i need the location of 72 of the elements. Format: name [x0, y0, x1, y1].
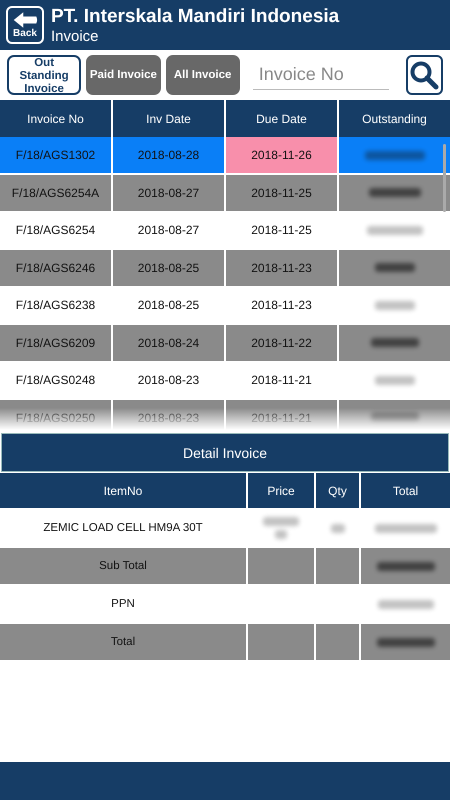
- table-cell: Total: [110, 636, 136, 648]
- redacted-value: [378, 600, 434, 608]
- table-cell: F/18/AGS6246: [16, 260, 96, 274]
- table-cell: 2018-08-27: [138, 223, 200, 237]
- table-cell: 2018-11-23: [251, 298, 312, 312]
- page-subtitle: Invoice: [51, 28, 100, 46]
- invoice-row[interactable]: F/18/AGS6246 2018-08-25 2018-11-23: [0, 250, 450, 287]
- column-header: Due Date: [226, 100, 337, 137]
- column-header: Total: [361, 473, 450, 508]
- column-header: Outstanding: [339, 100, 450, 137]
- table-cell: ZEMIC LOAD CELL HM9A 30T: [43, 522, 203, 534]
- table-cell: 2018-08-25: [138, 298, 200, 312]
- table-cell: 2018-08-25: [138, 260, 200, 274]
- table-cell: F/18/AGS6209: [16, 336, 96, 350]
- redacted-value: [275, 530, 287, 539]
- redacted-value: [374, 263, 414, 272]
- empty-cell: [248, 624, 314, 660]
- redacted-value: [376, 562, 434, 570]
- column-header: Inv Date: [113, 100, 224, 137]
- table-cell: 2018-08-24: [138, 336, 200, 350]
- column-header: ItemNo: [0, 473, 246, 508]
- redacted-value: [330, 524, 344, 532]
- table-cell: 2018-11-21: [251, 410, 312, 424]
- redacted-value: [368, 188, 420, 197]
- empty-cell: [316, 548, 359, 584]
- back-button[interactable]: Back: [6, 6, 44, 44]
- column-header: Price: [248, 473, 314, 508]
- table-cell: 2018-08-27: [138, 186, 200, 200]
- table-cell: 2018-11-21: [251, 373, 312, 387]
- invoice-row[interactable]: F/18/AGS6254A 2018-08-27 2018-11-25: [0, 174, 450, 212]
- table-cell: Sub Total: [99, 560, 147, 572]
- filter-tab[interactable]: Paid Invoice: [86, 55, 160, 95]
- column-header: Qty: [316, 473, 359, 508]
- table-cell: 2018-08-23: [138, 373, 200, 387]
- redacted-value: [374, 376, 414, 384]
- redacted-value: [376, 638, 434, 646]
- table-cell: F/18/AGS6254A: [12, 186, 100, 200]
- table-cell: PPN: [111, 598, 135, 610]
- table-cell: F/18/AGS6254: [16, 223, 96, 237]
- invoice-row[interactable]: F/18/AGS0248 2018-08-23 2018-11-21: [0, 362, 450, 400]
- table-cell: F/18/AGS0248: [16, 373, 96, 387]
- column-header: Invoice No: [0, 100, 111, 137]
- search-icon: [409, 60, 440, 90]
- invoice-row[interactable]: F/18/AGS6254 2018-08-27 2018-11-25: [0, 212, 450, 250]
- search-button[interactable]: [406, 55, 444, 95]
- scrollbar[interactable]: [443, 144, 446, 212]
- redacted-value: [374, 524, 436, 532]
- table-cell: F/18/AGS6238: [16, 298, 96, 312]
- filter-tab[interactable]: All Invoice: [166, 55, 240, 95]
- table-cell: 2018-08-23: [138, 410, 200, 424]
- invoice-row[interactable]: F/18/AGS6209 2018-08-24 2018-11-22: [0, 324, 450, 362]
- table-cell: 2018-08-28: [138, 148, 200, 162]
- table-cell: 2018-11-26: [251, 148, 312, 162]
- invoice-row[interactable]: F/18/AGS1302 2018-08-28 2018-11-26: [0, 137, 450, 174]
- table-cell: 2018-11-22: [251, 336, 312, 350]
- table-cell: 2018-11-25: [251, 186, 312, 200]
- table-cell: 2018-11-23: [251, 260, 312, 274]
- table-cell: 2018-11-25: [251, 223, 312, 237]
- invoice-row[interactable]: F/18/AGS6238 2018-08-25 2018-11-23: [0, 287, 450, 324]
- company-title: PT. Interskala Mandiri Indonesia: [51, 4, 340, 28]
- empty-cell: [248, 548, 314, 584]
- arrow-icon: [12, 11, 38, 29]
- filter-tab[interactable]: Out Standing Invoice: [7, 55, 82, 95]
- table-cell: F/18/AGS1302: [16, 148, 96, 162]
- table-cell: F/18/AGS0250: [16, 410, 96, 424]
- redacted-value: [370, 338, 418, 347]
- redacted-value: [263, 517, 299, 526]
- section-title: Detail Invoice: [182, 444, 268, 460]
- redacted-value: [374, 300, 414, 310]
- redacted-value: [366, 226, 422, 234]
- empty-cell: [316, 624, 359, 660]
- redacted-value: [364, 150, 424, 160]
